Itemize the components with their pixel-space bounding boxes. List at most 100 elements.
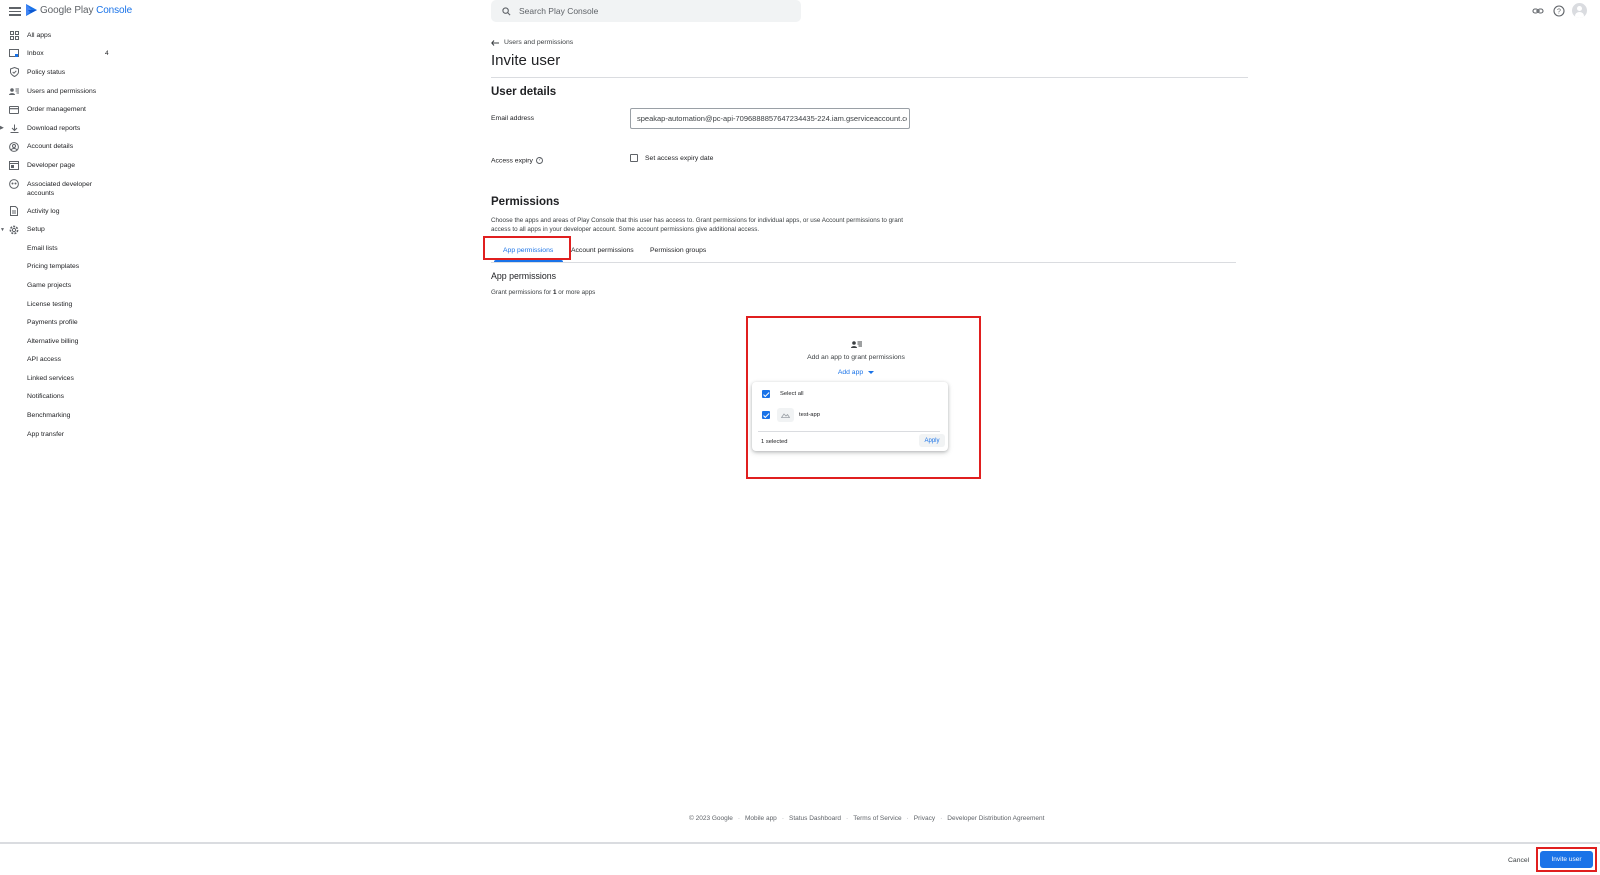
page-title: Invite user xyxy=(491,52,561,69)
sidebar-item-download-reports[interactable]: ▶ Download reports xyxy=(0,119,120,138)
add-user-permissions-icon xyxy=(850,341,862,348)
sidebar-subitem-alternative-billing[interactable]: Alternative billing xyxy=(0,332,120,351)
sidebar-item-associated-developer-accounts[interactable]: Associated developer accounts xyxy=(0,175,120,202)
add-app-dropdown: Select all test-app 1 selected Apply xyxy=(752,382,948,451)
page-icon xyxy=(9,160,19,170)
svg-text:?: ? xyxy=(1557,9,1561,16)
footer-link-mobile-app[interactable]: Mobile app xyxy=(745,815,777,822)
selected-count: 1 selected xyxy=(761,439,788,445)
access-expiry-checkbox[interactable] xyxy=(630,154,638,162)
divider xyxy=(491,77,1248,78)
add-app-empty-state: Add an app to grant permissions Add app xyxy=(741,340,971,379)
sidebar-item-label: Users and permissions xyxy=(27,87,97,95)
sidebar-subitem-linked-services[interactable]: Linked services xyxy=(0,369,120,388)
app-option-row[interactable]: test-app xyxy=(752,406,948,424)
select-all-row[interactable]: Select all xyxy=(752,387,948,401)
sidebar-item-label: Associated developer accounts xyxy=(27,180,92,197)
sidebar-item-label: Developer page xyxy=(27,161,75,169)
active-tab-indicator xyxy=(494,260,563,262)
sidebar-item-label: Inbox xyxy=(27,50,44,58)
footer-link-terms-of-service[interactable]: Terms of Service xyxy=(853,815,901,822)
permissions-heading: Permissions xyxy=(491,196,560,208)
sidebar-item-order-management[interactable]: Order management xyxy=(0,100,120,119)
help-icon[interactable]: ? xyxy=(1553,5,1565,17)
tab-app-permissions[interactable]: App permissions xyxy=(503,247,553,254)
sidebar-subitem-pricing-templates[interactable]: Pricing templates xyxy=(0,258,120,277)
apply-button[interactable]: Apply xyxy=(919,434,945,447)
breadcrumb-label: Users and permissions xyxy=(504,39,574,46)
access-expiry-checkbox-label: Set access expiry date xyxy=(645,154,714,162)
tab-account-permissions[interactable]: Account permissions xyxy=(571,247,634,254)
menu-icon[interactable] xyxy=(9,5,21,17)
breadcrumb[interactable]: Users and permissions xyxy=(491,39,573,46)
empty-state-text: Add an app to grant permissions xyxy=(807,354,905,361)
add-app-label: Add app xyxy=(837,369,864,376)
sidebar-item-label: Activity log xyxy=(27,207,60,215)
image-placeholder-icon xyxy=(781,413,790,418)
footer-link-privacy[interactable]: Privacy xyxy=(914,815,935,822)
access-expiry-label: Access expiry? xyxy=(491,157,543,164)
play-logo-icon xyxy=(26,4,37,16)
sidebar-item-label: Account details xyxy=(27,143,74,151)
footer-link-status-dashboard[interactable]: Status Dashboard xyxy=(789,815,841,822)
expand-arrow-icon[interactable]: ▶ xyxy=(0,125,4,131)
sidebar-subitem-email-lists[interactable]: Email lists xyxy=(0,239,120,258)
sidebar-subitem-benchmarking[interactable]: Benchmarking xyxy=(0,406,120,425)
search-bar[interactable] xyxy=(491,0,801,22)
sidebar-item-label: All apps xyxy=(27,31,52,39)
footer-link-developer-distribution-agreement[interactable]: Developer Distribution Agreement xyxy=(947,815,1044,822)
user-details-heading: User details xyxy=(491,86,557,98)
select-all-checkbox[interactable] xyxy=(762,390,770,398)
action-bar: Cancel Invite user xyxy=(0,842,1600,875)
sidebar-item-all-apps[interactable]: All apps xyxy=(0,26,120,45)
search-input[interactable] xyxy=(519,6,779,16)
sidebar-subitem-notifications[interactable]: Notifications xyxy=(0,388,120,407)
invite-user-button[interactable]: Invite user xyxy=(1540,851,1593,868)
sidebar-subitem-license-testing[interactable]: License testing xyxy=(0,295,120,314)
sidebar-item-activity-log[interactable]: Activity log xyxy=(0,202,120,221)
help-circle-icon[interactable]: ? xyxy=(535,157,543,164)
sidebar-subitem-app-transfer[interactable]: App transfer xyxy=(0,425,120,444)
footer-separator: · xyxy=(781,815,784,822)
sidebar-item-label: Download reports xyxy=(27,124,81,132)
select-all-label: Select all xyxy=(780,391,804,397)
sidebar-item-users-and-permissions[interactable]: Users and permissions xyxy=(0,82,120,101)
shield-icon xyxy=(9,67,19,78)
app-checkbox[interactable] xyxy=(762,411,770,419)
permission-tabs: App permissions Account permissions Perm… xyxy=(491,243,1236,263)
email-label: Email address xyxy=(491,115,535,122)
grid-icon xyxy=(9,30,19,40)
inbox-count-badge: 4 xyxy=(105,50,109,58)
linked-accounts-icon xyxy=(9,178,19,189)
footer-links: © 2023 Google · Mobile app · Status Dash… xyxy=(689,815,1044,822)
sidebar-item-account-details[interactable]: Account details xyxy=(0,138,120,157)
add-app-button[interactable]: Add app xyxy=(837,369,875,376)
app-name: test-app xyxy=(799,412,820,418)
chevron-down-icon xyxy=(868,371,875,374)
sidebar-item-label: Setup xyxy=(27,226,45,234)
app-permissions-description: Grant permissions for 1 or more apps xyxy=(491,289,596,296)
inbox-icon xyxy=(9,49,19,59)
sidebar-subitem-game-projects[interactable]: Game projects xyxy=(0,276,120,295)
link-icon[interactable] xyxy=(1532,5,1544,17)
sidebar-subitem-payments-profile[interactable]: Payments profile xyxy=(0,313,120,332)
footer-copyright: © 2023 Google xyxy=(689,815,733,822)
cancel-button[interactable]: Cancel xyxy=(1508,857,1529,864)
play-console-logo[interactable]: Google Play Console xyxy=(26,4,132,16)
sidebar-item-inbox[interactable]: Inbox 4 xyxy=(0,45,120,64)
tab-permission-groups[interactable]: Permission groups xyxy=(650,247,706,254)
footer-separator: · xyxy=(940,815,943,822)
collapse-arrow-icon[interactable]: ▼ xyxy=(0,227,5,233)
footer-separator: · xyxy=(906,815,909,822)
download-icon xyxy=(9,123,19,133)
email-field[interactable] xyxy=(637,114,907,123)
app-icon-placeholder xyxy=(777,408,794,422)
card-icon xyxy=(9,105,19,115)
back-arrow-icon xyxy=(491,39,499,46)
access-expiry-checkbox-row[interactable]: Set access expiry date xyxy=(630,154,713,162)
sidebar-subitem-api-access[interactable]: API access xyxy=(0,351,120,370)
sidebar-item-setup[interactable]: ▼ Setup xyxy=(0,220,120,239)
avatar[interactable] xyxy=(1572,3,1587,18)
sidebar-item-developer-page[interactable]: Developer page xyxy=(0,156,120,175)
sidebar-item-policy-status[interactable]: Policy status xyxy=(0,63,120,82)
